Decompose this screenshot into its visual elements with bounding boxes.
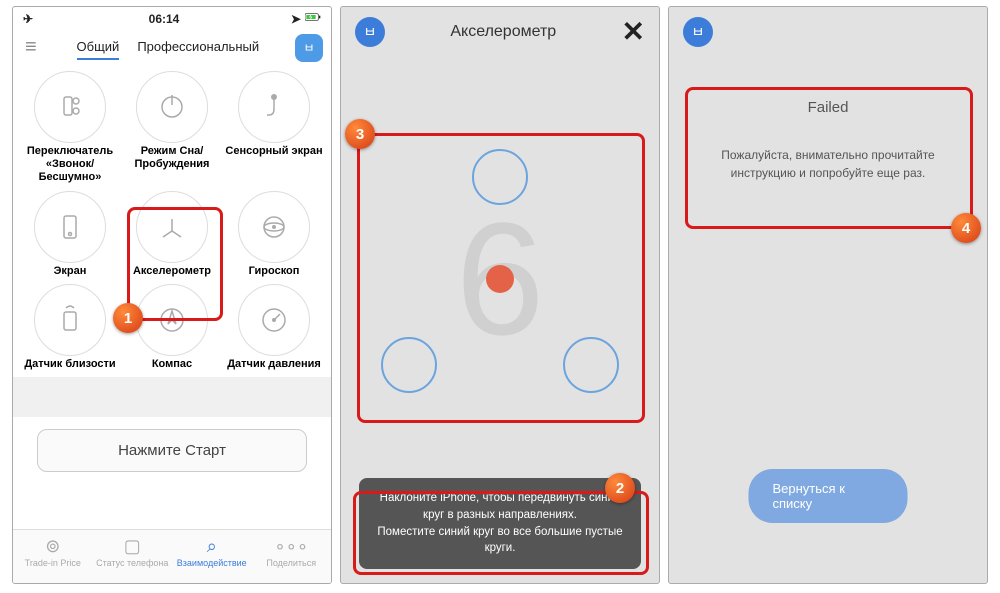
result-title: Failed <box>689 99 967 116</box>
test-title: Акселерометр <box>450 23 556 41</box>
bottom-bar: ⊚Trade-in Price ▢Статус телефона ⌕Взаимо… <box>13 529 331 583</box>
tab-trade-in[interactable]: ⊚Trade-in Price <box>13 530 93 583</box>
menu-button[interactable]: ≡ <box>21 32 41 63</box>
close-button[interactable]: ✕ <box>622 18 645 46</box>
target-circle-right <box>563 337 619 393</box>
test-accelerometer[interactable]: Акселерометр <box>121 187 223 280</box>
phone-icon: ▢ <box>93 536 173 557</box>
money-icon: ⊚ <box>13 536 93 557</box>
mascot-badge[interactable]: ㅂ <box>295 34 323 62</box>
status-time: 06:14 <box>149 12 180 26</box>
airplane-icon: ✈ <box>23 12 33 26</box>
mascot-button[interactable]: ㅂ <box>683 17 713 47</box>
target-circle-left <box>381 337 437 393</box>
tab-share[interactable]: ∘∘∘Поделиться <box>252 530 332 583</box>
screen-icon <box>54 211 86 243</box>
result-message: Пожалуйста, внимательно прочитайте инстр… <box>689 146 967 182</box>
back-to-list-button[interactable]: Вернуться к списку <box>749 469 908 523</box>
more-icon: ∘∘∘ <box>252 536 332 557</box>
tab-interaction[interactable]: ⌕Взаимодействие <box>172 530 252 583</box>
test-touch-screen[interactable]: Сенсорный экран <box>223 67 325 187</box>
tab-professional[interactable]: Профессиональный <box>137 35 259 60</box>
callout-1: 1 <box>113 303 143 333</box>
accelerometer-area[interactable]: 6 <box>369 149 631 409</box>
switch-icon <box>54 91 86 123</box>
pressure-icon <box>258 304 290 336</box>
test-ring-switch[interactable]: Переключатель «Звонок/Бесшумно» <box>19 67 121 187</box>
search-icon: ⌕ <box>172 536 252 557</box>
location-icon: ➤ <box>291 12 301 26</box>
callout-4: 4 <box>951 213 981 243</box>
start-button[interactable]: Нажмите Старт <box>37 429 307 472</box>
panel-accelerometer-test: ㅂ Акселерометр ✕ 6 Наклоните iPhone, что… <box>340 6 660 584</box>
gyroscope-icon <box>258 211 290 243</box>
mascot-icon: ㅂ <box>364 22 377 42</box>
touch-icon <box>258 91 290 123</box>
callout-2: 2 <box>605 473 635 503</box>
instruction-box: Наклоните iPhone, чтобы передвинуть сини… <box>359 478 641 569</box>
tab-phone-status[interactable]: ▢Статус телефона <box>93 530 173 583</box>
test-pressure[interactable]: Датчик давления <box>223 280 325 373</box>
proximity-icon <box>54 304 86 336</box>
compass-icon <box>156 304 188 336</box>
test-proximity[interactable]: Датчик близости <box>19 280 121 373</box>
power-icon <box>156 91 188 123</box>
moving-ball <box>486 265 514 293</box>
battery-icon <box>305 11 321 26</box>
tests-grid: Переключатель «Звонок/Бесшумно» Режим Сн… <box>13 63 331 377</box>
test-screen[interactable]: Экран <box>19 187 121 280</box>
mascot-button[interactable]: ㅂ <box>355 17 385 47</box>
panel-tests-list: ✈ 06:14 ➤ ≡ Общий Профессиональный ㅂ <box>12 6 332 584</box>
tab-general[interactable]: Общий <box>77 35 120 60</box>
panel-result: ㅂ Failed Пожалуйста, внимательно прочита… <box>668 6 988 584</box>
result-box: Failed Пожалуйста, внимательно прочитайт… <box>689 99 967 182</box>
accelerometer-icon <box>156 211 188 243</box>
test-sleep-wake[interactable]: Режим Сна/Пробуждения <box>121 67 223 187</box>
test-gyroscope[interactable]: Гироскоп <box>223 187 325 280</box>
callout-3: 3 <box>345 119 375 149</box>
status-bar: ✈ 06:14 ➤ <box>13 7 331 28</box>
target-circle-top <box>472 149 528 205</box>
mascot-icon: ㅂ <box>303 39 314 56</box>
mascot-icon: ㅂ <box>692 22 705 42</box>
